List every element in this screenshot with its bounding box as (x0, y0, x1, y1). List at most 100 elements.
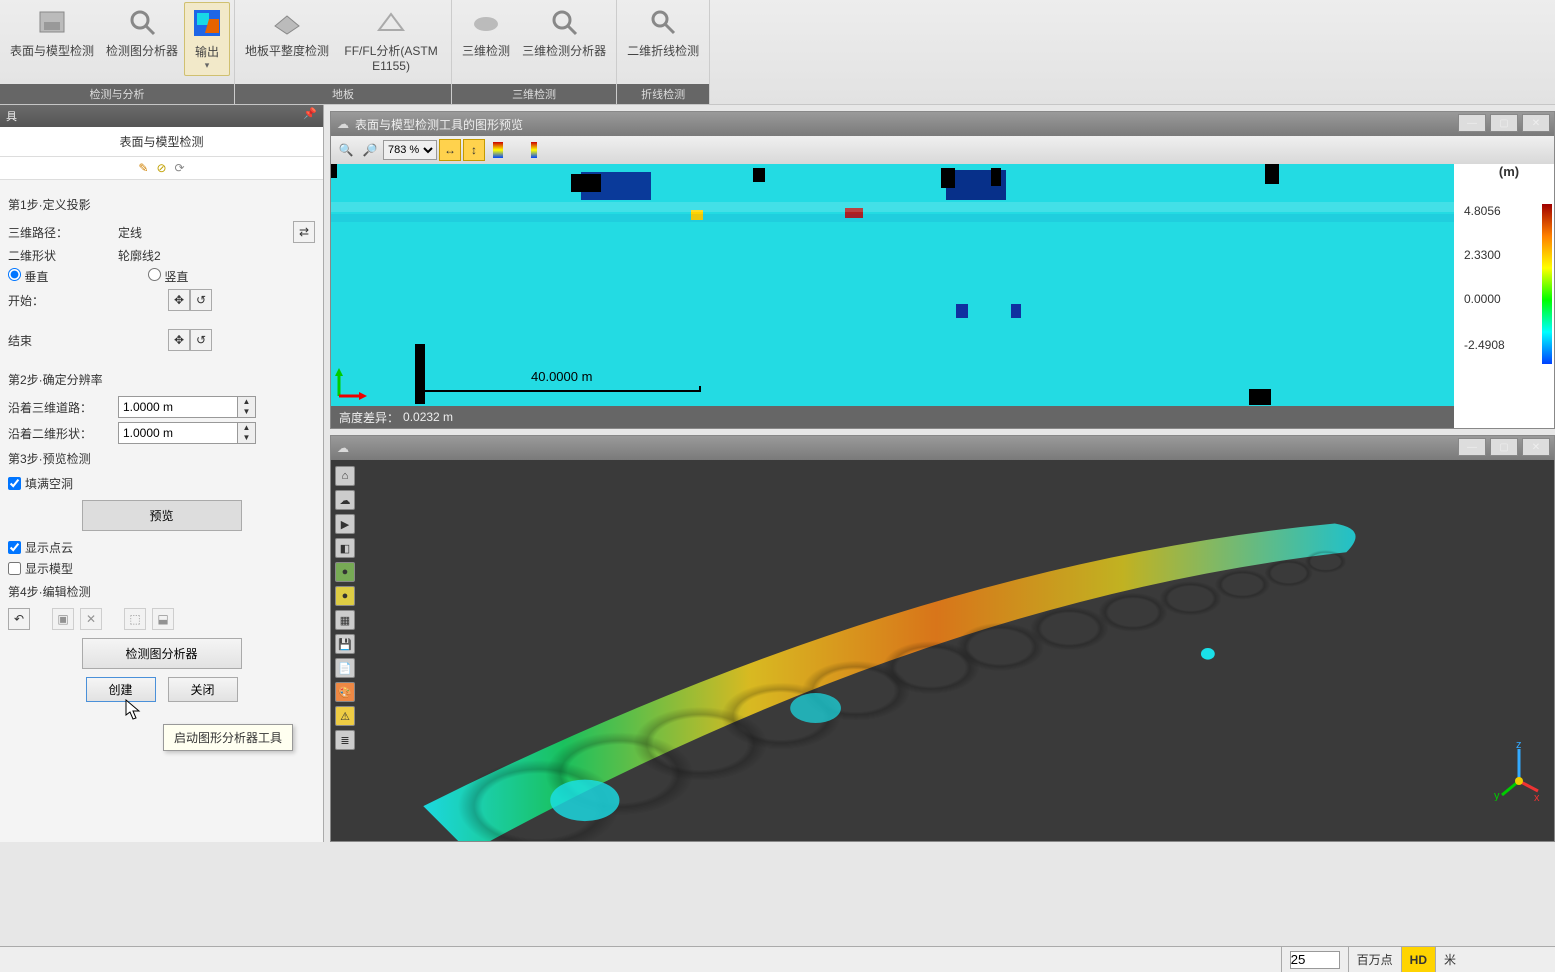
maximize-button[interactable]: ▢ (1490, 114, 1518, 132)
heatmap-canvas[interactable]: 40.0000 m (331, 164, 1454, 406)
bottom-pane-header[interactable]: ☁ — ▢ ✕ (331, 436, 1554, 460)
view-layers-icon[interactable]: ≣ (335, 730, 355, 750)
preview-button[interactable]: 预览 (82, 500, 242, 531)
orient-vertical-radio[interactable] (8, 268, 21, 281)
view-warn-icon[interactable]: ⚠ (335, 706, 355, 726)
reset-end-icon[interactable]: ↺ (190, 329, 212, 351)
minimize-button[interactable]: — (1458, 438, 1486, 456)
along2d-input[interactable] (118, 422, 238, 444)
reset-start-icon[interactable]: ↺ (190, 289, 212, 311)
spin-down[interactable]: ▼ (238, 433, 255, 443)
hd-badge[interactable]: HD (1401, 947, 1435, 972)
tool-a-icon[interactable]: ⬚ (124, 608, 146, 630)
view-grid-icon[interactable]: ▦ (335, 610, 355, 630)
fill-holes-checkbox[interactable] (8, 477, 21, 490)
magnify-icon (126, 6, 158, 38)
ribbon-export[interactable]: 输出 ▾ (184, 2, 230, 76)
swap-icon[interactable]: ⇄ (293, 221, 315, 243)
orient-v-label: 垂直 (24, 270, 48, 284)
ribbon-label: 地板平整度检测 (245, 42, 329, 59)
show-model-checkbox[interactable] (8, 562, 21, 575)
fit-width-icon[interactable]: ↔ (439, 139, 461, 161)
path3d-value: 定线 (118, 224, 142, 241)
view-paint-icon[interactable]: 🎨 (335, 682, 355, 702)
minimize-button[interactable]: — (1458, 114, 1486, 132)
view-doc-icon[interactable]: 📄 (335, 658, 355, 678)
dropdown-arrow-icon: ▾ (205, 60, 210, 71)
view-solid-icon[interactable]: ◧ (335, 538, 355, 558)
floor-icon (271, 6, 303, 38)
ribbon-group-analysis: 表面与模型检测 检测图分析器 输出 ▾ 检测与分析 (0, 0, 235, 104)
show-pc-checkbox[interactable] (8, 541, 21, 554)
zoom-in-icon[interactable]: 🔍 (335, 139, 357, 161)
top-pane: ☁ 表面与模型检测工具的图形预览 — ▢ ✕ 🔍 🔎 783 % ↔ ↕ (330, 111, 1555, 429)
ribbon-label: 三维检测分析器 (522, 42, 606, 59)
edit-icon[interactable]: ✎ (138, 161, 148, 175)
ribbon-group-label: 三维检测 (452, 84, 616, 104)
step2-label: 第2步·确定分辨率 (8, 371, 315, 388)
cloud-icon (470, 6, 502, 38)
cloud-icon: ☁ (337, 441, 349, 455)
legend-zero: 0.0000 (1464, 292, 1501, 306)
box-select-icon[interactable]: ▣ (52, 608, 74, 630)
zoom-select[interactable]: 783 % (383, 140, 437, 160)
export-icon (191, 7, 223, 39)
along3d-input[interactable] (118, 396, 238, 418)
ribbon-3d-analyzer[interactable]: 三维检测分析器 (516, 2, 612, 63)
ribbon-2d-polyline[interactable]: 二维折线检测 (621, 2, 705, 63)
scale-label: 40.0000 m (531, 369, 592, 384)
view-yellow-icon[interactable]: ● (335, 586, 355, 606)
fill-holes-label: 填满空洞 (25, 475, 73, 492)
polyline-icon (647, 6, 679, 38)
zoom-out-icon[interactable]: 🔎 (359, 139, 381, 161)
fit-height-icon[interactable]: ↕ (463, 139, 485, 161)
tool-b-icon[interactable]: ⬓ (152, 608, 174, 630)
ribbon-group-3d: 三维检测 三维检测分析器 三维检测 (452, 0, 617, 104)
ribbon-inspect-analyzer[interactable]: 检测图分析器 (100, 2, 184, 63)
ribbon-ffl[interactable]: FF/FL分析(ASTM E1155) (335, 2, 447, 77)
lasso-icon[interactable]: ✕ (80, 608, 102, 630)
ribbon-label: 检测图分析器 (106, 42, 178, 59)
maximize-button[interactable]: ▢ (1490, 438, 1518, 456)
refresh-icon[interactable]: ⟳ (175, 161, 185, 175)
gradient-v-icon[interactable] (487, 139, 509, 161)
top-pane-header[interactable]: ☁ 表面与模型检测工具的图形预览 — ▢ ✕ (331, 112, 1554, 136)
view-home-icon[interactable]: ⌂ (335, 466, 355, 486)
view-tri-icon[interactable]: ▶ (335, 514, 355, 534)
view-green-icon[interactable]: ● (335, 562, 355, 582)
spin-up[interactable]: ▲ (238, 423, 255, 433)
status-label: 高度差异： (339, 409, 399, 426)
pin-icon[interactable]: 📌 (303, 107, 317, 120)
along3d-label: 沿着三维道路： (8, 399, 118, 416)
3d-canvas[interactable]: ⌂ ☁ ▶ ◧ ● ● ▦ 💾 📄 🎨 ⚠ ≣ (331, 460, 1554, 841)
close-button[interactable]: ✕ (1522, 114, 1550, 132)
heatmap-status: 高度差异： 0.0232 m (331, 406, 1454, 428)
view-disk-icon[interactable]: 💾 (335, 634, 355, 654)
shape2d-label: 二维形状 (8, 247, 88, 264)
analyzer-button[interactable]: 检测图分析器 (82, 638, 242, 669)
pointcloud-render (331, 460, 1554, 841)
create-button[interactable]: 创建 (86, 677, 156, 702)
orient-horizontal-radio[interactable] (148, 268, 161, 281)
magnify-icon (548, 6, 580, 38)
spin-down[interactable]: ▼ (238, 407, 255, 417)
ribbon-3d-detect[interactable]: 三维检测 (456, 2, 516, 63)
scale-bar (421, 386, 701, 392)
pick-end-icon[interactable]: ✥ (168, 329, 190, 351)
view-cloud-icon[interactable]: ☁ (335, 490, 355, 510)
main-area: ☁ 表面与模型检测工具的图形预览 — ▢ ✕ 🔍 🔎 783 % ↔ ↕ (324, 105, 1555, 842)
legend-gradient (1542, 204, 1552, 364)
circle-slash-icon[interactable]: ⊘ (156, 161, 166, 175)
undo-icon[interactable]: ↶ (8, 608, 30, 630)
points-input[interactable] (1290, 951, 1340, 969)
spin-up[interactable]: ▲ (238, 397, 255, 407)
ribbon-floor-flat[interactable]: 地板平整度检测 (239, 2, 335, 63)
legend-min: -2.4908 (1464, 338, 1505, 352)
close-button[interactable]: ✕ (1522, 438, 1550, 456)
gradient-bar-icon[interactable] (523, 139, 545, 161)
surface-icon (36, 6, 68, 38)
pick-start-icon[interactable]: ✥ (168, 289, 190, 311)
ribbon-surface-model[interactable]: 表面与模型检测 (4, 2, 100, 63)
side-panel-header[interactable]: 具 📌 (0, 105, 323, 127)
close-button[interactable]: 关闭 (168, 677, 238, 702)
